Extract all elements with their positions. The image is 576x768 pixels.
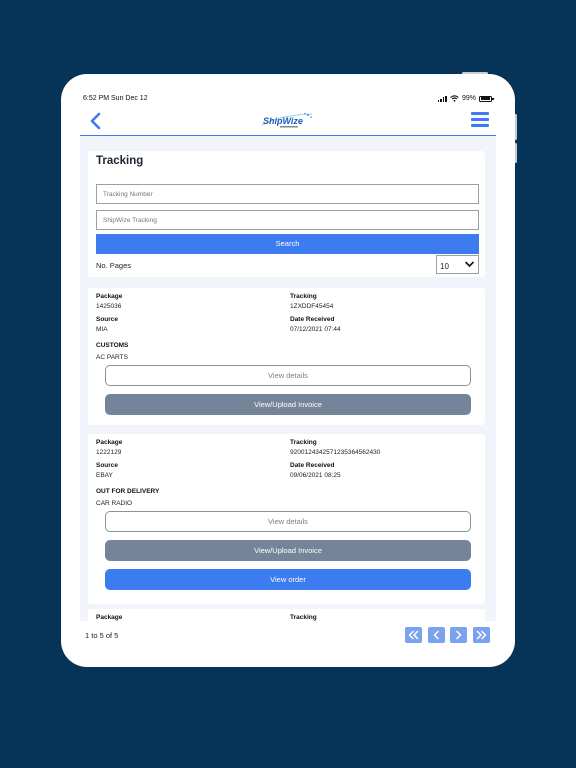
package-description: AC PARTS [96,354,128,361]
back-button[interactable] [88,111,106,131]
menu-button[interactable] [471,112,489,128]
source-value: MIA [96,326,108,333]
package-card: Package 1425036 Tracking 1ZXDDF45454 Sou… [88,288,485,425]
tracking-number-input[interactable] [96,184,479,204]
app-screen: 6:52 PM Sun Dec 12 99% ShipWize Tracking… [80,94,496,649]
tracking-label: Tracking [290,293,317,300]
view-details-button[interactable]: View details [105,511,471,532]
battery-percent: 99% [461,95,476,102]
previous-page-button[interactable] [428,627,445,643]
package-label: Package [96,439,123,446]
double-chevron-left-icon [408,630,419,640]
chevron-left-icon [433,630,439,640]
last-page-button[interactable] [473,627,490,643]
wifi-icon [450,95,459,102]
logo-text: ShipWize [263,116,303,126]
status-bar: 6:52 PM Sun Dec 12 99% [80,94,496,106]
package-number: 1222129 [96,449,122,456]
pages-select[interactable]: 10 [436,255,479,274]
source-label: Source [96,316,119,323]
pages-select-value: 10 [440,262,449,271]
tracking-number: 1ZXDDF45454 [290,303,334,310]
status-time: 6:52 PM Sun Dec 12 [83,95,148,102]
source-value: EBAY [96,472,113,479]
package-card: Package 1222129 Tracking 920012434257123… [88,434,485,604]
source-label: Source [96,462,119,469]
date-received-value: 07/12/2021 07:44 [290,326,341,333]
pagination-bar: 1 to 5 of 5 [80,621,496,649]
tracking-number: 9200124342571235364562430 [290,449,381,456]
package-status: CUSTOMS [96,342,129,349]
chevron-down-icon [465,261,474,268]
battery-icon [479,95,494,102]
package-description: CAR RADIO [96,500,133,507]
first-page-button[interactable] [405,627,422,643]
next-page-button[interactable] [450,627,467,643]
chevron-right-icon [456,630,462,640]
package-status: OUT FOR DELIVERY [96,488,160,495]
date-received-value: 09/06/2021 08:25 [290,472,341,479]
view-details-button[interactable]: View details [105,365,471,386]
view-upload-invoice-button[interactable]: View/Upload Invoice [105,394,471,415]
hamburger-icon [471,112,489,127]
shipwize-tracking-input[interactable] [96,210,479,230]
view-order-button[interactable]: View order [105,569,471,590]
tracking-search-card: Tracking Search No. Pages 10 [88,151,485,277]
shipwize-logo: ShipWize [260,111,316,131]
pages-label: No. Pages [96,261,132,270]
cellular-signal-icon [437,95,447,102]
package-number: 1425036 [96,303,122,310]
package-label: Package [96,293,123,300]
date-received-label: Date Received [290,462,335,469]
result-count: 1 to 5 of 5 [85,631,119,640]
status-icons: 99% [437,95,494,102]
package-label: Package [96,614,123,621]
page-title: Tracking [96,155,144,167]
nav-bar: ShipWize [80,106,496,136]
chevron-left-icon [90,112,101,130]
tracking-label: Tracking [290,439,317,446]
tracking-label: Tracking [290,614,317,621]
view-upload-invoice-button[interactable]: View/Upload Invoice [105,540,471,561]
search-button[interactable]: Search [96,234,479,254]
tablet-frame: 6:52 PM Sun Dec 12 99% ShipWize Tracking… [61,74,515,667]
date-received-label: Date Received [290,316,335,323]
double-chevron-right-icon [476,630,487,640]
